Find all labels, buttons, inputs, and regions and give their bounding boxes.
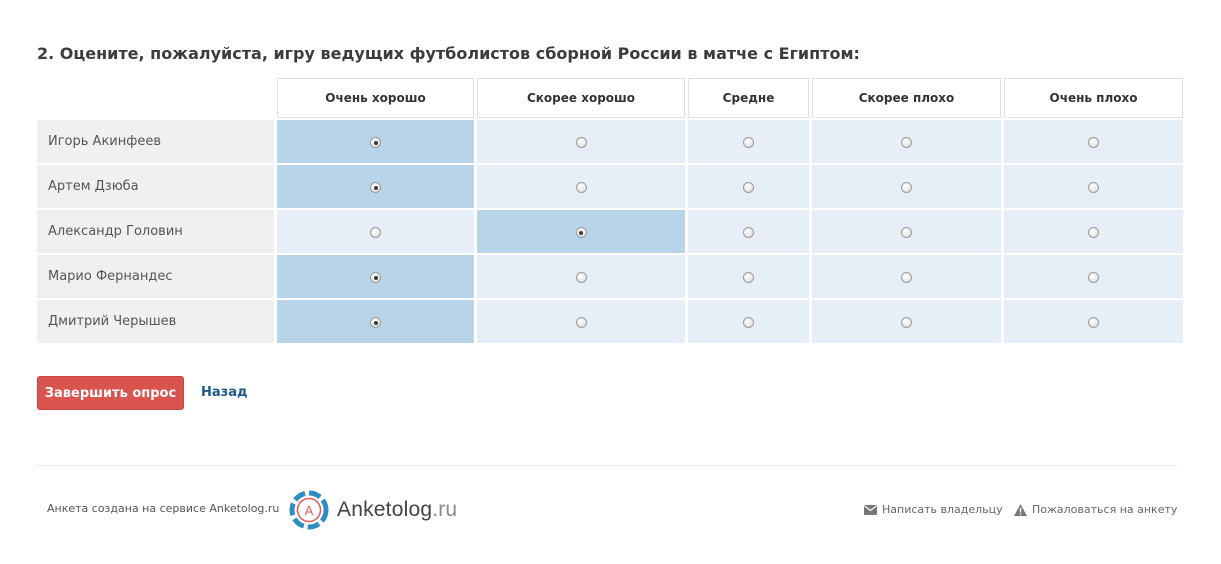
radio-button[interactable] — [901, 227, 912, 238]
question-title: 2. Оцените, пожалуйста, игру ведущих фут… — [37, 44, 860, 63]
footer-credit: Анкета создана на сервисе Anketolog.ru — [47, 502, 280, 515]
rating-cell[interactable] — [277, 120, 474, 163]
rating-cell[interactable] — [812, 120, 1001, 163]
radio-button[interactable] — [370, 227, 381, 238]
radio-button[interactable] — [575, 317, 587, 328]
radio-button[interactable] — [743, 272, 754, 283]
radio-button[interactable] — [901, 137, 912, 148]
matrix-row: Артем Дзюба — [37, 165, 1183, 208]
radio-button[interactable] — [1088, 182, 1099, 193]
finish-survey-button[interactable]: Завершить опрос — [37, 376, 184, 410]
rating-cell[interactable] — [277, 255, 474, 298]
radio-button[interactable] — [1088, 137, 1099, 148]
column-header: Скорее хорошо — [477, 78, 685, 118]
rating-cell[interactable] — [477, 165, 685, 208]
matrix-corner — [37, 78, 274, 118]
rating-cell[interactable] — [1004, 255, 1183, 298]
logo-domain: .ru — [432, 498, 458, 521]
rating-matrix: Очень хорошо Скорее хорошо Средне Скорее… — [34, 76, 1186, 345]
rating-cell[interactable] — [1004, 165, 1183, 208]
column-header: Скорее плохо — [812, 78, 1001, 118]
envelope-icon — [864, 504, 877, 515]
rating-cell[interactable] — [1004, 300, 1183, 343]
matrix-row: Дмитрий Черышев — [37, 300, 1183, 343]
radio-button[interactable] — [575, 137, 587, 148]
radio-button[interactable] — [370, 317, 381, 328]
radio-button[interactable] — [575, 272, 587, 283]
radio-button[interactable] — [743, 137, 754, 148]
rating-cell[interactable] — [1004, 210, 1183, 253]
warning-icon — [1014, 503, 1027, 516]
rating-cell[interactable] — [277, 300, 474, 343]
rating-cell[interactable] — [277, 165, 474, 208]
rating-cell[interactable] — [477, 120, 685, 163]
footer-divider — [37, 465, 1177, 466]
back-link[interactable]: Назад — [201, 385, 247, 400]
rating-cell[interactable] — [1004, 120, 1183, 163]
row-label: Артем Дзюба — [37, 165, 274, 208]
rating-cell[interactable] — [477, 255, 685, 298]
radio-button[interactable] — [743, 317, 754, 328]
radio-button[interactable] — [901, 317, 912, 328]
rating-cell[interactable] — [812, 300, 1001, 343]
rating-cell[interactable] — [812, 210, 1001, 253]
row-label: Марио Фернандес — [37, 255, 274, 298]
radio-button[interactable] — [1088, 227, 1099, 238]
rating-cell[interactable] — [688, 255, 809, 298]
rating-cell[interactable] — [688, 165, 809, 208]
report-survey-link[interactable]: Пожаловаться на анкету — [1014, 503, 1177, 516]
report-survey-label: Пожаловаться на анкету — [1032, 503, 1178, 516]
radio-button[interactable] — [743, 182, 754, 193]
matrix-row: Александр Головин — [37, 210, 1183, 253]
row-label: Игорь Акинфеев — [37, 120, 274, 163]
logo-name: Anketolog — [337, 498, 433, 521]
row-label: Дмитрий Черышев — [37, 300, 274, 343]
radio-button[interactable] — [901, 182, 912, 193]
rating-cell[interactable] — [812, 165, 1001, 208]
matrix-row: Игорь Акинфеев — [37, 120, 1183, 163]
column-header: Очень хорошо — [277, 78, 474, 118]
rating-cell[interactable] — [688, 300, 809, 343]
rating-cell[interactable] — [277, 210, 474, 253]
logo-text: Anketolog.ru — [337, 498, 457, 522]
rating-cell[interactable] — [477, 210, 685, 253]
logo-letter: A — [305, 503, 314, 518]
radio-button[interactable] — [370, 137, 381, 148]
anketolog-logo-icon: A — [289, 490, 329, 530]
write-owner-link[interactable]: Написать владельцу — [864, 503, 1003, 516]
column-header: Средне — [688, 78, 809, 118]
radio-button[interactable] — [743, 227, 754, 238]
matrix-header-row: Очень хорошо Скорее хорошо Средне Скорее… — [37, 78, 1183, 118]
radio-button[interactable] — [1088, 317, 1099, 328]
radio-button[interactable] — [901, 272, 912, 283]
rating-cell[interactable] — [688, 120, 809, 163]
radio-button[interactable] — [370, 272, 381, 283]
column-header: Очень плохо — [1004, 78, 1183, 118]
radio-button[interactable] — [575, 227, 587, 238]
row-label: Александр Головин — [37, 210, 274, 253]
rating-cell[interactable] — [477, 300, 685, 343]
anketolog-logo[interactable]: A Anketolog.ru — [289, 490, 457, 530]
radio-button[interactable] — [1088, 272, 1099, 283]
rating-cell[interactable] — [812, 255, 1001, 298]
rating-cell[interactable] — [688, 210, 809, 253]
matrix-row: Марио Фернандес — [37, 255, 1183, 298]
radio-button[interactable] — [575, 182, 587, 193]
write-owner-label: Написать владельцу — [882, 503, 1003, 516]
radio-button[interactable] — [370, 182, 381, 193]
